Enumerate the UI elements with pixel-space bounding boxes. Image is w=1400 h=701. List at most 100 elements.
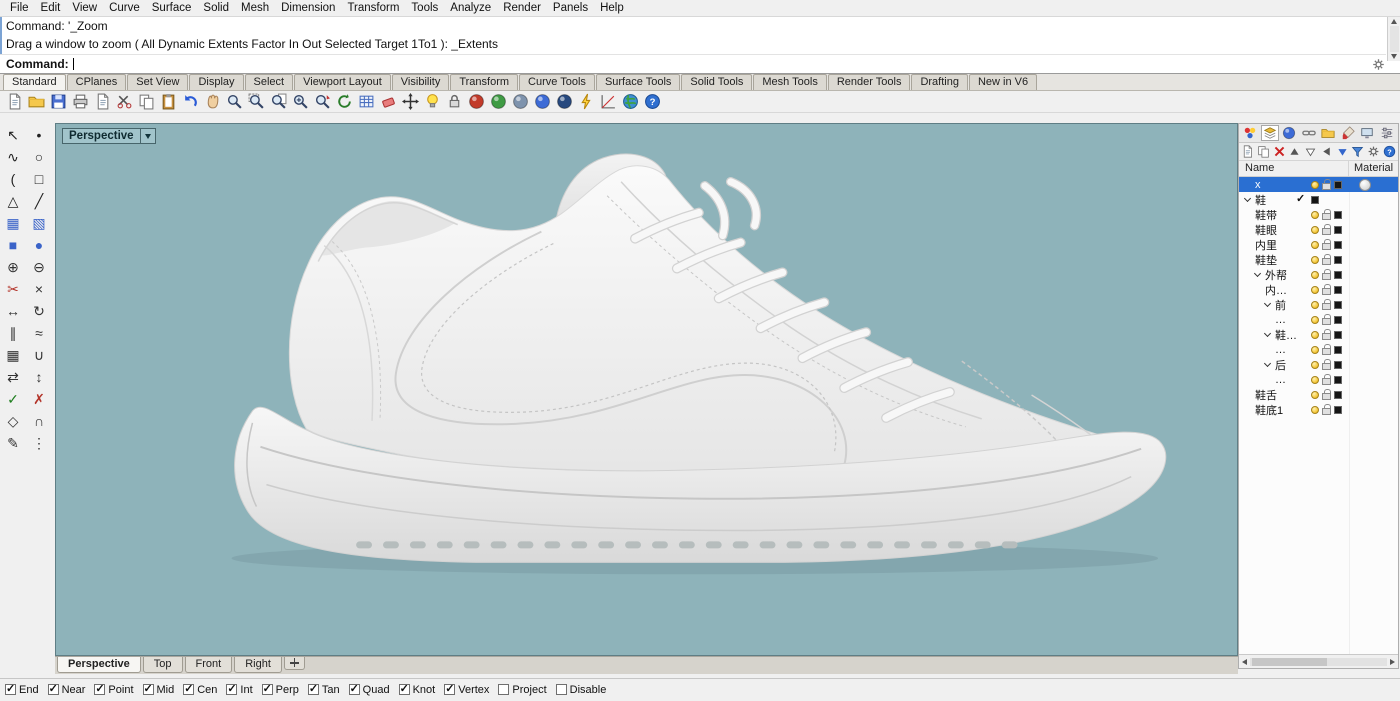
sort-icon[interactable] <box>1335 144 1349 159</box>
layer-row[interactable]: 前 <box>1239 297 1398 312</box>
toolbar-tab[interactable]: Transform <box>450 74 518 90</box>
osnap-toggle[interactable]: Project <box>498 684 546 696</box>
layer-lock-icon[interactable] <box>1322 303 1331 310</box>
earth-icon[interactable] <box>621 92 640 111</box>
paste-icon[interactable] <box>159 92 178 111</box>
menu-item[interactable]: Solid <box>197 2 235 14</box>
select-arrow-icon[interactable]: ↖ <box>2 125 24 144</box>
display-panel-tab[interactable] <box>1358 125 1377 141</box>
layer-color-swatch[interactable] <box>1334 361 1342 369</box>
layer-lock-icon[interactable] <box>1322 363 1331 370</box>
move-tool-icon[interactable]: ↔ <box>2 301 24 320</box>
menu-item[interactable]: Panels <box>547 2 594 14</box>
viewport-tab[interactable]: Front <box>185 657 233 673</box>
zoom-target-icon[interactable] <box>313 92 332 111</box>
checkbox[interactable] <box>5 684 16 695</box>
osnap-toggle[interactable]: Near <box>48 684 86 696</box>
toolbar-tab[interactable]: Mesh Tools <box>753 74 826 90</box>
surface-icon[interactable]: ▦ <box>2 213 24 232</box>
cplane-icon[interactable] <box>599 92 618 111</box>
layer-visibility-bulb-icon[interactable] <box>1311 211 1319 219</box>
layer-material-ball[interactable] <box>1359 179 1371 191</box>
raytrace-view-icon[interactable] <box>555 92 574 111</box>
export-icon[interactable] <box>93 92 112 111</box>
layer-lock-icon[interactable] <box>1322 318 1331 325</box>
scroll-down-icon[interactable] <box>1391 54 1397 59</box>
rectangle-icon[interactable]: □ <box>28 169 50 188</box>
command-options-gear-icon[interactable] <box>1372 58 1385 71</box>
menu-item[interactable]: Transform <box>341 2 405 14</box>
toolbar-tab[interactable]: Solid Tools <box>681 74 752 90</box>
panel-horizontal-scrollbar[interactable] <box>1239 654 1398 668</box>
project-icon[interactable]: ∩ <box>28 411 50 430</box>
layer-row[interactable]: x <box>1239 177 1398 192</box>
toolbar-tab[interactable]: CPlanes <box>67 74 127 90</box>
delete-icon[interactable]: ✗ <box>28 389 50 408</box>
layer-lock-icon[interactable] <box>1322 288 1331 295</box>
new-layer-icon[interactable] <box>1241 144 1255 159</box>
rotate-tool-icon[interactable]: ↻ <box>28 301 50 320</box>
layer-row[interactable]: 鞋带 <box>1239 207 1398 222</box>
layer-lock-icon[interactable] <box>1322 258 1331 265</box>
layer-color-swatch[interactable] <box>1334 286 1342 294</box>
checkbox[interactable] <box>498 684 509 695</box>
layer-color-swatch[interactable] <box>1334 346 1342 354</box>
layer-visibility-bulb-icon[interactable] <box>1311 316 1319 324</box>
menu-item[interactable]: Analyze <box>444 2 497 14</box>
layer-lock-icon[interactable] <box>1322 333 1331 340</box>
layer-row[interactable]: 鞋 <box>1239 192 1398 207</box>
polygon-icon[interactable]: △ <box>2 191 24 210</box>
new-viewport-tab-button[interactable] <box>284 657 305 670</box>
osnap-toggle[interactable]: Quad <box>349 684 390 696</box>
mirror-icon[interactable]: ⇄ <box>2 367 24 386</box>
erase-icon[interactable] <box>379 92 398 111</box>
layer-visibility-bulb-icon[interactable] <box>1311 256 1319 264</box>
split-icon[interactable]: × <box>28 279 50 298</box>
layer-visibility-bulb-icon[interactable] <box>1311 331 1319 339</box>
menu-item[interactable]: Surface <box>146 2 198 14</box>
menu-item[interactable]: Edit <box>35 2 67 14</box>
rebuild-icon[interactable]: ≈ <box>28 323 50 342</box>
layer-lock-icon[interactable] <box>1322 378 1331 385</box>
osnap-toggle[interactable]: Disable <box>556 684 607 696</box>
scroll-left-icon[interactable] <box>1242 659 1247 665</box>
menu-item[interactable]: Mesh <box>235 2 275 14</box>
check-icon[interactable]: ✓ <box>2 389 24 408</box>
menu-item[interactable]: View <box>66 2 103 14</box>
layer-color-swatch[interactable] <box>1311 196 1319 204</box>
trim-icon[interactable]: ✂ <box>2 279 24 298</box>
toolbar-tab[interactable]: Viewport Layout <box>294 74 391 90</box>
osnap-toggle[interactable]: Cen <box>183 684 217 696</box>
layer-color-swatch[interactable] <box>1334 316 1342 324</box>
column-header-material[interactable]: Material <box>1349 161 1398 176</box>
toolbar-tab[interactable]: New in V6 <box>969 74 1037 90</box>
checkbox[interactable] <box>48 684 59 695</box>
settings-panel-tab[interactable] <box>1378 125 1397 141</box>
toolbar-tab[interactable]: Drafting <box>911 74 968 90</box>
osnap-toggle[interactable]: Int <box>226 684 252 696</box>
layer-lock-icon[interactable] <box>1322 228 1331 235</box>
layer-row[interactable]: 鞋眼 <box>1239 222 1398 237</box>
viewport-menu-dropdown[interactable] <box>141 128 156 144</box>
layer-row[interactable]: 内… <box>1239 282 1398 297</box>
boolean-union-icon[interactable]: ⊕ <box>2 257 24 276</box>
line-icon[interactable]: ╱ <box>28 191 50 210</box>
toolbar-tab[interactable]: Render Tools <box>828 74 911 90</box>
circle-icon[interactable]: ○ <box>28 147 50 166</box>
hide-lamp-icon[interactable] <box>423 92 442 111</box>
layer-lock-icon[interactable] <box>1322 348 1331 355</box>
toolbar-tab[interactable]: Set View <box>127 74 188 90</box>
print-icon[interactable] <box>71 92 90 111</box>
layer-visibility-bulb-icon[interactable] <box>1311 181 1319 189</box>
rendered-view-icon[interactable] <box>533 92 552 111</box>
layer-color-swatch[interactable] <box>1334 271 1342 279</box>
layer-row[interactable]: … <box>1239 342 1398 357</box>
scrollbar-track[interactable] <box>1250 658 1387 666</box>
render-icon[interactable] <box>467 92 486 111</box>
layer-lock-icon[interactable] <box>1322 213 1331 220</box>
layer-color-swatch[interactable] <box>1334 226 1342 234</box>
checkbox[interactable] <box>308 684 319 695</box>
menu-item[interactable]: Help <box>594 2 630 14</box>
layer-color-swatch[interactable] <box>1334 376 1342 384</box>
command-history-line[interactable]: Drag a window to zoom ( All Dynamic Exte… <box>4 35 1386 53</box>
